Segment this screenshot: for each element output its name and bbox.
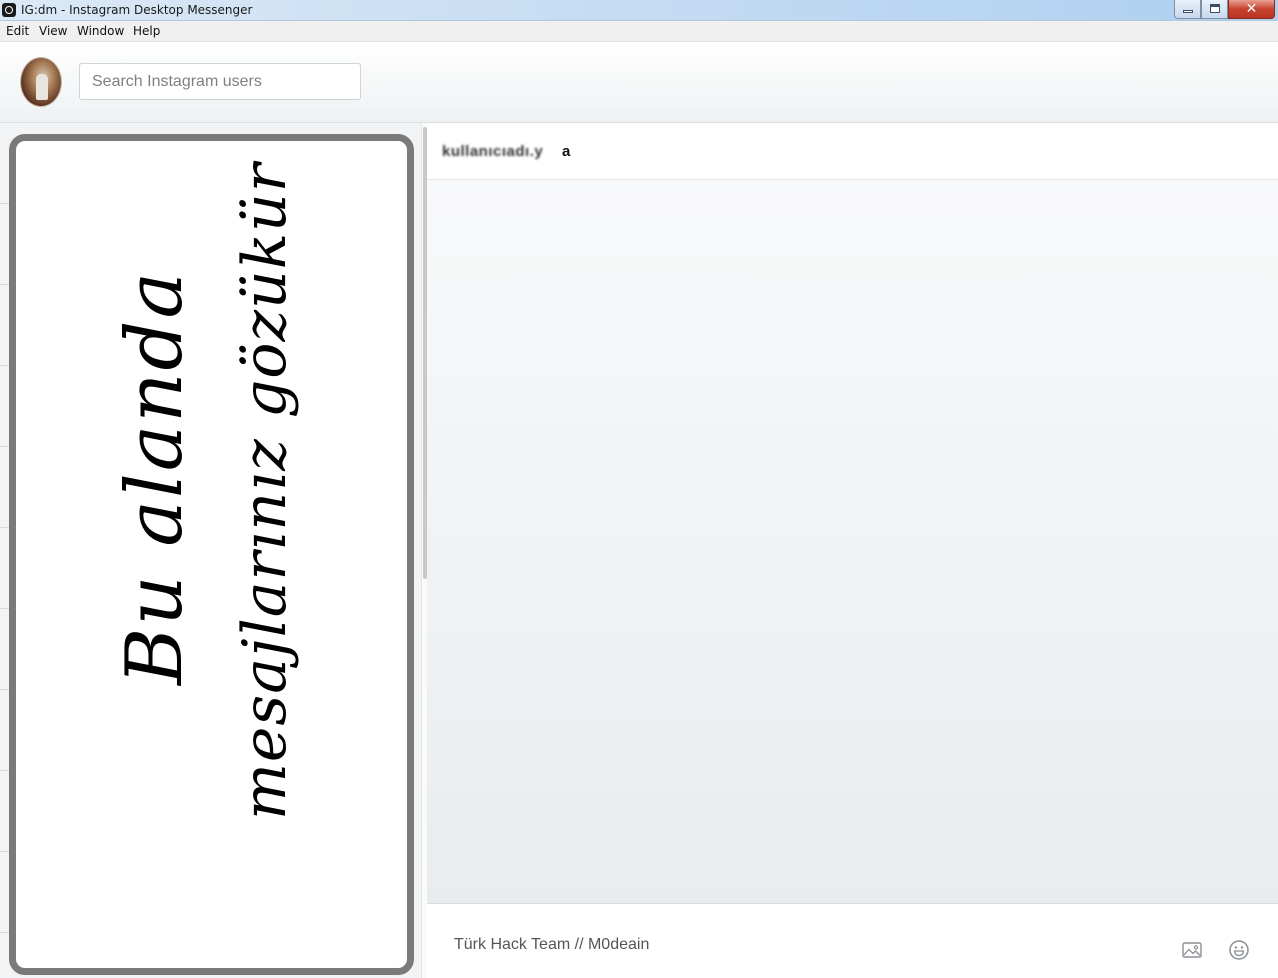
close-icon: ✕ (1245, 1, 1258, 17)
avatar[interactable] (20, 57, 62, 107)
app-header (0, 42, 1278, 123)
menu-window[interactable]: Window (77, 24, 124, 38)
message-thread[interactable] (427, 180, 1278, 903)
minimize-icon (1183, 10, 1193, 13)
message-composer (427, 903, 1278, 978)
chat-header: kullanıcıadı.y a (427, 123, 1278, 180)
smiley-icon[interactable] (1228, 939, 1250, 961)
menu-help[interactable]: Help (133, 24, 160, 38)
menu-view[interactable]: View (39, 24, 67, 38)
placeholder-text-line1: Bu alanda (110, 270, 200, 685)
maximize-button[interactable] (1201, 0, 1228, 19)
chat-username-end: a (562, 143, 571, 160)
close-button[interactable]: ✕ (1228, 0, 1275, 19)
window-title: IG:dm - Instagram Desktop Messenger (21, 3, 253, 17)
messages-placeholder-panel (9, 134, 414, 975)
message-input[interactable] (442, 930, 1142, 960)
image-icon[interactable] (1181, 939, 1203, 961)
maximize-icon (1210, 4, 1220, 13)
menu-edit[interactable]: Edit (6, 24, 29, 38)
chat-username[interactable]: kullanıcıadı.y (442, 143, 543, 160)
placeholder-text-line2: mesajlarınız gözükür (230, 162, 300, 820)
search-input[interactable] (79, 63, 361, 100)
minimize-button[interactable] (1174, 0, 1201, 19)
menu-bar: Edit View Window Help (0, 21, 1278, 42)
chat-area: kullanıcıadı.y a (427, 123, 1278, 978)
app-icon (2, 3, 16, 17)
window-titlebar: IG:dm - Instagram Desktop Messenger ✕ (0, 0, 1278, 21)
